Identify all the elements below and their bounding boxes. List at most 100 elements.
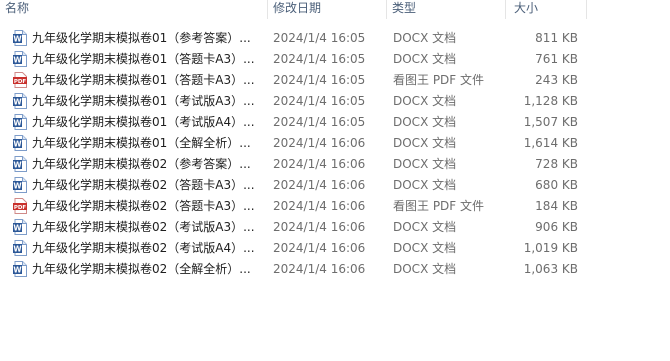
word-doc-icon: W bbox=[13, 134, 27, 151]
svg-text:W: W bbox=[13, 160, 22, 169]
svg-text:W: W bbox=[13, 118, 22, 127]
file-type: DOCX 文档 bbox=[393, 94, 457, 108]
file-name-cell: W 九年级化学期末模拟卷02（全解全析）... bbox=[13, 259, 268, 280]
word-doc-icon: W bbox=[13, 176, 27, 193]
file-name: 九年级化学期末模拟卷01（答题卡A3）... bbox=[32, 73, 255, 87]
file-name: 九年级化学期末模拟卷01（参考答案）... bbox=[32, 31, 251, 45]
file-row[interactable]: W 九年级化学期末模拟卷02（考试版A4）... 2024/1/4 16:06 DOC… bbox=[0, 238, 670, 259]
file-type: 看图王 PDF 文件 bbox=[393, 199, 485, 213]
file-name: 九年级化学期末模拟卷01（考试版A3）... bbox=[32, 94, 255, 108]
file-row[interactable]: W 九年级化学期末模拟卷02（答题卡A3）... 2024/1/4 16:06 DOC… bbox=[0, 175, 670, 196]
file-name-cell: W 九年级化学期末模拟卷01（参考答案）... bbox=[13, 28, 268, 49]
file-modified-date: 2024/1/4 16:06 bbox=[273, 136, 366, 150]
file-name: 九年级化学期末模拟卷02（全解全析）... bbox=[32, 262, 251, 276]
file-size: 728 KB bbox=[535, 157, 578, 171]
file-modified-date: 2024/1/4 16:05 bbox=[273, 94, 366, 108]
file-size: 906 KB bbox=[535, 220, 578, 234]
file-row[interactable]: W 九年级化学期末模拟卷02（考试版A3）... 2024/1/4 16:06 DOC… bbox=[0, 217, 670, 238]
file-name-cell: W 九年级化学期末模拟卷01（考试版A4）... bbox=[13, 112, 268, 133]
file-type: DOCX 文档 bbox=[393, 52, 457, 66]
file-row[interactable]: W 九年级化学期末模拟卷01（答题卡A3）... 2024/1/4 16:05 DOC… bbox=[0, 49, 670, 70]
file-modified-date: 2024/1/4 16:05 bbox=[273, 115, 366, 129]
file-modified-date: 2024/1/4 16:06 bbox=[273, 220, 366, 234]
file-name: 九年级化学期末模拟卷02（答题卡A3）... bbox=[32, 178, 255, 192]
file-size: 680 KB bbox=[535, 178, 578, 192]
word-doc-icon: W bbox=[13, 113, 27, 130]
file-modified-date: 2024/1/4 16:05 bbox=[273, 31, 366, 45]
file-name-cell: W 九年级化学期末模拟卷02（考试版A3）... bbox=[13, 217, 268, 238]
column-header-name[interactable]: 名称 bbox=[0, 0, 268, 19]
file-name-cell: W 九年级化学期末模拟卷01（全解全析）... bbox=[13, 133, 268, 154]
file-size: 1,019 KB bbox=[523, 241, 578, 255]
word-doc-icon: W bbox=[13, 29, 27, 46]
file-size: 243 KB bbox=[535, 73, 578, 87]
file-list: W 九年级化学期末模拟卷01（参考答案）... 2024/1/4 16:05 DOCX… bbox=[0, 28, 670, 280]
svg-text:W: W bbox=[13, 97, 22, 106]
column-header-bar: 名称 修改日期 类型 大小 bbox=[0, 0, 670, 19]
file-modified-date: 2024/1/4 16:06 bbox=[273, 178, 366, 192]
file-name-cell: W 九年级化学期末模拟卷01（答题卡A3）... bbox=[13, 49, 268, 70]
file-modified-date: 2024/1/4 16:06 bbox=[273, 157, 366, 171]
file-size: 1,507 KB bbox=[523, 115, 578, 129]
file-name-cell: PDF 九年级化学期末模拟卷01（答题卡A3）... bbox=[13, 70, 268, 91]
pdf-icon: PDF bbox=[13, 197, 27, 214]
word-doc-icon: W bbox=[13, 239, 27, 256]
column-header-type[interactable]: 类型 bbox=[387, 0, 506, 19]
file-row[interactable]: W 九年级化学期末模拟卷01（考试版A3）... 2024/1/4 16:05 DOC… bbox=[0, 91, 670, 112]
column-header-size[interactable]: 大小 bbox=[506, 0, 587, 19]
file-name-cell: W 九年级化学期末模拟卷02（参考答案）... bbox=[13, 154, 268, 175]
svg-text:W: W bbox=[13, 139, 22, 148]
file-type: DOCX 文档 bbox=[393, 157, 457, 171]
file-row[interactable]: W 九年级化学期末模拟卷01（考试版A4）... 2024/1/4 16:05 DOC… bbox=[0, 112, 670, 133]
svg-text:W: W bbox=[13, 244, 22, 253]
word-doc-icon: W bbox=[13, 260, 27, 277]
svg-text:PDF: PDF bbox=[14, 204, 27, 210]
file-modified-date: 2024/1/4 16:06 bbox=[273, 262, 366, 276]
file-size: 1,128 KB bbox=[523, 94, 578, 108]
file-name-cell: PDF 九年级化学期末模拟卷02（答题卡A3）... bbox=[13, 196, 268, 217]
file-size: 811 KB bbox=[535, 31, 578, 45]
word-doc-icon: W bbox=[13, 50, 27, 67]
file-size: 1,614 KB bbox=[523, 136, 578, 150]
file-row[interactable]: W 九年级化学期末模拟卷01（参考答案）... 2024/1/4 16:05 DOCX… bbox=[0, 28, 670, 49]
file-row[interactable]: PDF 九年级化学期末模拟卷01（答题卡A3）... 2024/1/4 16:05 看… bbox=[0, 70, 670, 91]
svg-text:PDF: PDF bbox=[14, 78, 27, 84]
file-name: 九年级化学期末模拟卷02（考试版A3）... bbox=[32, 220, 255, 234]
file-size: 761 KB bbox=[535, 52, 578, 66]
file-type: DOCX 文档 bbox=[393, 136, 457, 150]
file-size: 1,063 KB bbox=[523, 262, 578, 276]
file-name: 九年级化学期末模拟卷02（参考答案）... bbox=[32, 157, 251, 171]
file-name: 九年级化学期末模拟卷01（答题卡A3）... bbox=[32, 52, 255, 66]
svg-text:W: W bbox=[13, 265, 22, 274]
file-name: 九年级化学期末模拟卷01（考试版A4）... bbox=[32, 115, 255, 129]
file-size: 184 KB bbox=[535, 199, 578, 213]
file-row[interactable]: W 九年级化学期末模拟卷02（全解全析）... 2024/1/4 16:06 DOCX… bbox=[0, 259, 670, 280]
file-name: 九年级化学期末模拟卷02（答题卡A3）... bbox=[32, 199, 255, 213]
svg-text:W: W bbox=[13, 34, 22, 43]
file-name-cell: W 九年级化学期末模拟卷02（答题卡A3）... bbox=[13, 175, 268, 196]
file-type: DOCX 文档 bbox=[393, 31, 457, 45]
column-header-modified[interactable]: 修改日期 bbox=[268, 0, 387, 19]
svg-text:W: W bbox=[13, 223, 22, 232]
word-doc-icon: W bbox=[13, 155, 27, 172]
file-name-cell: W 九年级化学期末模拟卷02（考试版A4）... bbox=[13, 238, 268, 259]
file-type: DOCX 文档 bbox=[393, 115, 457, 129]
word-doc-icon: W bbox=[13, 92, 27, 109]
file-name-cell: W 九年级化学期末模拟卷01（考试版A3）... bbox=[13, 91, 268, 112]
file-row[interactable]: W 九年级化学期末模拟卷01（全解全析）... 2024/1/4 16:06 DOCX… bbox=[0, 133, 670, 154]
file-modified-date: 2024/1/4 16:06 bbox=[273, 241, 366, 255]
file-type: DOCX 文档 bbox=[393, 241, 457, 255]
file-type: DOCX 文档 bbox=[393, 178, 457, 192]
pdf-icon: PDF bbox=[13, 71, 27, 88]
file-name: 九年级化学期末模拟卷01（全解全析）... bbox=[32, 136, 251, 150]
file-type: 看图王 PDF 文件 bbox=[393, 73, 485, 87]
file-name: 九年级化学期末模拟卷02（考试版A4）... bbox=[32, 241, 255, 255]
file-row[interactable]: PDF 九年级化学期末模拟卷02（答题卡A3）... 2024/1/4 16:06 看… bbox=[0, 196, 670, 217]
file-type: DOCX 文档 bbox=[393, 262, 457, 276]
file-modified-date: 2024/1/4 16:06 bbox=[273, 199, 366, 213]
svg-text:W: W bbox=[13, 181, 22, 190]
file-type: DOCX 文档 bbox=[393, 220, 457, 234]
file-row[interactable]: W 九年级化学期末模拟卷02（参考答案）... 2024/1/4 16:06 DOCX… bbox=[0, 154, 670, 175]
file-modified-date: 2024/1/4 16:05 bbox=[273, 73, 366, 87]
file-modified-date: 2024/1/4 16:05 bbox=[273, 52, 366, 66]
